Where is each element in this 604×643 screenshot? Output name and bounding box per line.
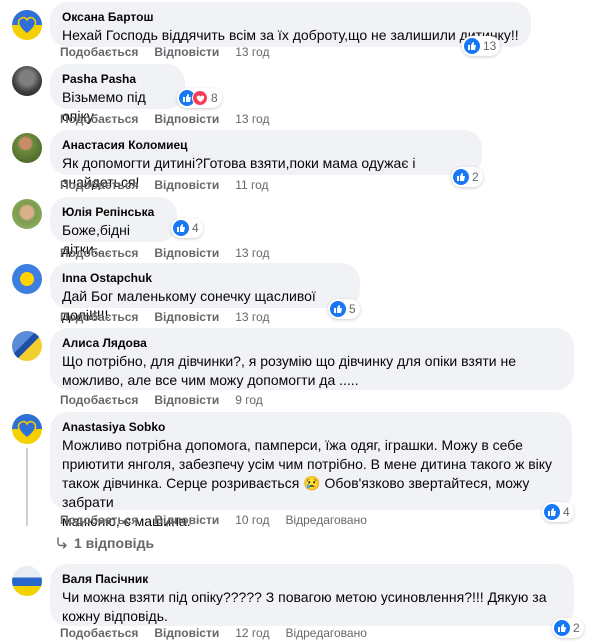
comment-author[interactable]: Pasha Pasha [62,71,173,87]
comment-actions: Подобається Відповісти 9 год [60,392,279,408]
reply-arrow-icon [57,537,67,549]
reply-button[interactable]: Відповісти [154,512,219,528]
comment-actions: Подобається Відповісти 13 год [60,44,285,60]
like-button[interactable]: Подобається [60,245,138,261]
avatar[interactable] [12,566,42,596]
heart-icon [17,16,37,35]
reply-button[interactable]: Відповісти [154,245,219,261]
like-button[interactable]: Подобається [60,111,138,127]
comment-text-line: Що потрібно, для дівчинки?, я розумію що… [62,353,517,369]
comment-time[interactable]: 11 год [235,177,268,193]
reply-button[interactable]: Відповісти [154,392,219,408]
comment-time[interactable]: 13 год [235,245,269,261]
edited-label[interactable]: Відредаговано [285,512,366,528]
like-icon [544,504,560,520]
edited-label[interactable]: Відредаговано [285,625,366,641]
comment-text-line: Чи можна взяти під опіку????? З повагою … [62,589,547,605]
reaction-count-value: 13 [483,39,497,53]
comment-time[interactable]: 13 год [235,309,269,325]
reaction-count-value: 2 [573,621,580,635]
reaction-count[interactable]: 13 [462,36,501,56]
comment-actions: Подобається Відповісти 11 год [60,177,285,193]
view-replies-link[interactable]: 1 відповідь [56,535,154,551]
reaction-count-value: 4 [192,221,199,235]
like-button[interactable]: Подобається [60,392,138,408]
avatar[interactable] [12,10,42,40]
comment-time[interactable]: 10 год [235,512,269,528]
heart-icon [192,90,208,106]
reply-button[interactable]: Відповісти [154,44,219,60]
like-button[interactable]: Подобається [60,512,138,528]
comment-text-line: кожну відповідь. [62,608,168,624]
like-button[interactable]: Подобається [60,177,138,193]
like-button[interactable]: Подобається [60,625,138,641]
comment-bubble: Анастасия Коломиец Як допомогти дитині?Г… [50,130,482,190]
comment-bubble: Алиса Лядова Що потрібно, для дівчинки?,… [50,328,574,390]
reaction-count-value: 4 [563,505,570,519]
reply-button[interactable]: Відповісти [154,309,219,325]
reply-button[interactable]: Відповісти [154,625,219,641]
avatar[interactable] [12,133,42,163]
like-icon [453,169,469,185]
reaction-count[interactable]: 8 [177,88,222,108]
comment-bubble: Валя Пасічник Чи можна взяти під опіку??… [50,564,574,626]
avatar[interactable] [12,66,42,96]
comment-actions: Подобається Відповісти 13 год [60,245,285,261]
avatar[interactable] [12,199,42,229]
view-replies-label: 1 відповідь [74,535,155,551]
comment-author[interactable]: Валя Пасічник [62,571,562,587]
comment-author[interactable]: Anastasiya Sobko [62,419,560,435]
comment-time[interactable]: 13 год [235,44,269,60]
comment-time[interactable]: 9 год [235,392,263,408]
reaction-count[interactable]: 5 [328,299,360,319]
comment-bubble: Юлія Репінська Боже,бідні дітки... [50,197,177,257]
reaction-count[interactable]: 2 [552,618,584,638]
comment-bubble: Pasha Pasha Візьмемо під опіку [50,64,185,124]
reply-button[interactable]: Відповісти [154,177,219,193]
comment-author[interactable]: Оксана Бартош [62,9,519,25]
heart-icon [17,420,37,439]
like-button[interactable]: Подобається [60,44,138,60]
reaction-count[interactable]: 2 [451,167,483,187]
reaction-count-value: 2 [472,170,479,184]
comment-text-line: можливо, але все чим можу допомогти да .… [62,372,359,388]
comment-author[interactable]: Анастасия Коломиец [62,137,470,153]
reaction-count[interactable]: 4 [542,502,574,522]
reaction-count[interactable]: 4 [171,218,203,238]
comment-bubble: Оксана Бартош Нехай Господь віддячить вс… [50,2,531,47]
like-icon [173,220,189,236]
reply-button[interactable]: Відповісти [154,111,219,127]
like-button[interactable]: Подобається [60,309,138,325]
comment-author[interactable]: Алиса Лядова [62,335,562,351]
comment-bubble: Anastasiya Sobko Можливо потрібна допомо… [50,412,572,529]
comment-actions: Подобається Відповісти 10 год Відредагов… [60,512,367,528]
comment-actions: Подобається Відповісти 12 год Відредагов… [60,625,367,641]
comment-actions: Подобається Відповісти 13 год [60,309,285,325]
comment-time[interactable]: 12 год [235,625,269,641]
reaction-count-value: 8 [211,91,218,105]
comment-time[interactable]: 13 год [235,111,269,127]
comment-actions: Подобається Відповісти 13 год [60,111,285,127]
comment-author[interactable]: Inna Ostapchuk [62,270,348,286]
like-icon [554,620,570,636]
avatar[interactable] [12,264,42,294]
comment-text: Нехай Господь віддячить всім за їх добро… [62,27,519,43]
comment-bubble: Inna Ostapchuk Дай Бог маленькому сонечк… [50,263,360,323]
comment-text-line: Можливо потрібна допомога, памперси, їжа… [62,437,523,453]
comment-text-line: приютити янголя, забезпечу усім чим потр… [62,456,553,472]
avatar[interactable] [12,414,42,444]
avatar[interactable] [12,331,42,361]
comment-author[interactable]: Юлія Репінська [62,204,165,220]
like-icon [330,301,346,317]
like-icon [464,38,480,54]
thread-line [26,448,28,526]
comment-text-line: також дівчинка. Серце розривається 😢 Обо… [62,475,530,510]
reaction-count-value: 5 [349,302,356,316]
